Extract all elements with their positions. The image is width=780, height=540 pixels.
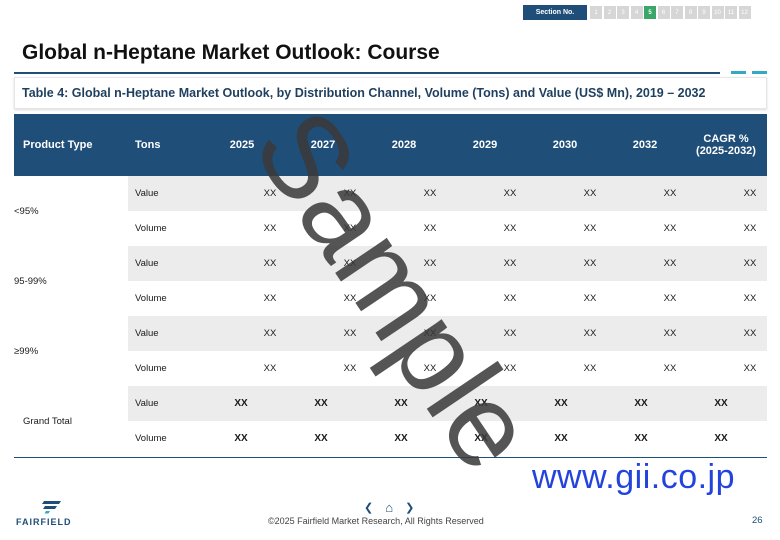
section-link-1[interactable]: 1 (590, 6, 602, 19)
table-cell: XX (663, 293, 677, 304)
accent-dash (752, 71, 767, 74)
table-cell: XX (714, 398, 728, 409)
table-cell: XX (634, 433, 648, 444)
section-link-4[interactable]: 4 (630, 6, 643, 19)
row-label: Value (135, 258, 159, 269)
row-label: Volume (135, 363, 167, 374)
row-label: Volume (135, 293, 167, 304)
section-link-3[interactable]: 3 (617, 6, 629, 19)
site-url[interactable]: www.gii.co.jp (532, 458, 735, 497)
table-row: Volume XX XX XX XX XX XX XX (128, 211, 767, 246)
table-caption: Table 4: Global n-Heptane Market Outlook… (14, 77, 767, 109)
table-row: Value XX XX XX XX XX XX XX (128, 176, 767, 211)
table-cell: XX (663, 363, 677, 374)
table-cell: XX (663, 188, 677, 199)
section-link-5[interactable]: 5 (644, 6, 656, 19)
group-label: ≥99% (14, 345, 39, 357)
table-cell: XX (583, 363, 597, 374)
header-cagr: CAGR % (2025-2032) (696, 133, 756, 157)
table-cell: XX (503, 258, 517, 269)
table-cell: XX (743, 223, 757, 234)
table-cell: XX (503, 223, 517, 234)
group-label: <95% (14, 205, 39, 217)
table-cell: XX (234, 398, 248, 409)
table-cell: XX (663, 223, 677, 234)
table-cell: XX (503, 293, 517, 304)
table-cell: XX (714, 433, 728, 444)
table-cell: XX (263, 293, 277, 304)
section-link-2[interactable]: 2 (603, 6, 616, 19)
group-label: Grand Total (23, 415, 72, 427)
fairfield-logo-text: FAIRFIELD (16, 517, 72, 527)
table-cell: XX (263, 258, 277, 269)
header-year: 2030 (552, 139, 578, 151)
header-year: 2032 (632, 139, 658, 151)
table-cell: XX (743, 328, 757, 339)
table-cell: XX (743, 363, 757, 374)
table-cell: XX (743, 258, 757, 269)
table-cell: XX (503, 188, 517, 199)
section-link-10[interactable]: 10 (711, 6, 724, 19)
section-link-11[interactable]: 11 (725, 6, 737, 19)
header-tons: Tons (135, 139, 161, 151)
prev-arrow-icon[interactable]: ❮ (364, 501, 373, 514)
section-link-12[interactable]: 12 (738, 6, 751, 19)
slide-nav: ❮ ⌂ ❯ (364, 500, 414, 515)
table-cell: XX (583, 258, 597, 269)
table-cell: XX (663, 328, 677, 339)
row-label: Value (135, 328, 159, 339)
header-year: 2029 (472, 139, 498, 151)
row-label: Volume (135, 433, 167, 444)
section-label: Section No. (523, 5, 587, 20)
row-label: Value (135, 398, 159, 409)
accent-dash (731, 71, 746, 74)
table-cell: XX (663, 258, 677, 269)
table-cell: XX (743, 293, 757, 304)
title-divider (14, 72, 720, 74)
page-number: 26 (752, 515, 763, 526)
group-label: 95-99% (14, 275, 47, 287)
table-cell: XX (634, 398, 648, 409)
section-nav: Section No. 1 2 3 4 5 6 7 8 9 10 11 12 (523, 5, 752, 20)
section-link-6[interactable]: 6 (657, 6, 670, 19)
page-title: Global n-Heptane Market Outlook: Course (22, 41, 440, 64)
table-cell: XX (743, 188, 757, 199)
section-link-9[interactable]: 9 (698, 6, 710, 19)
next-arrow-icon[interactable]: ❯ (405, 501, 414, 514)
home-icon[interactable]: ⌂ (385, 500, 393, 515)
row-label: Value (135, 188, 159, 199)
table-cell: XX (314, 433, 328, 444)
header-product-type: Product Type (23, 139, 93, 151)
table-cell: XX (314, 398, 328, 409)
table-cell: XX (583, 223, 597, 234)
row-label: Volume (135, 223, 167, 234)
fairfield-logo-icon (42, 501, 61, 514)
section-link-8[interactable]: 8 (684, 6, 697, 19)
table-cell: XX (263, 328, 277, 339)
table-cell: XX (234, 433, 248, 444)
section-link-7[interactable]: 7 (671, 6, 683, 19)
copyright-text: ©2025 Fairfield Market Research, All Rig… (268, 516, 484, 526)
table-cell: XX (583, 188, 597, 199)
table-cell: XX (583, 293, 597, 304)
table-cell: XX (583, 328, 597, 339)
table-cell: XX (263, 363, 277, 374)
